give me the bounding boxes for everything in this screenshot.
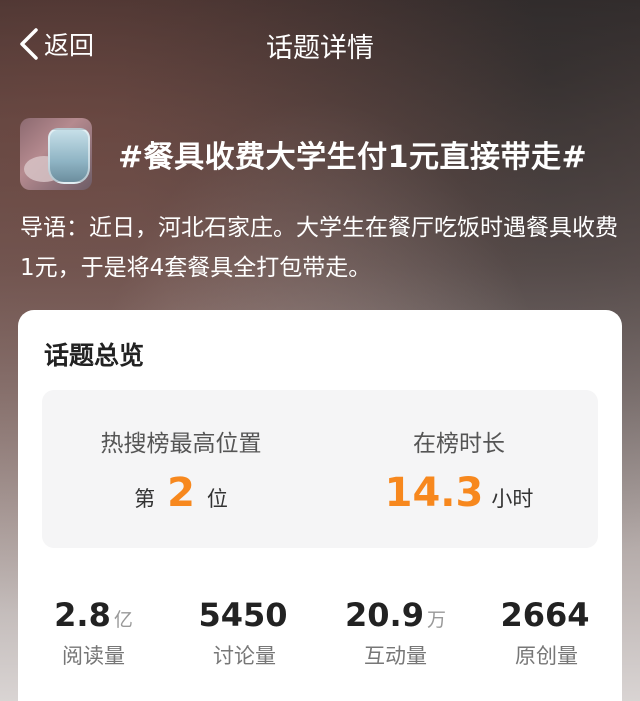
topic-intro: 导语：近日，河北石家庄。大学生在餐厅吃饭时遇餐具收费1元，于是将4套餐具全打包带… [20, 215, 618, 281]
duration-label: 在榜时长 [413, 431, 505, 457]
highest-rank-label: 热搜榜最高位置 [100, 431, 262, 457]
metric-unit: 亿 [113, 609, 133, 631]
metric-value: 2664 [500, 596, 590, 634]
highest-rank-stat: 热搜榜最高位置 第 2 位 [42, 390, 320, 548]
rank-suffix: 位 [206, 487, 228, 511]
duration-unit: 小时 [491, 487, 534, 511]
highest-rank-value-row: 第 2 位 [42, 470, 320, 516]
metric-label: 互动量 [364, 644, 427, 668]
metric-unit: 万 [426, 609, 446, 631]
topic-thumbnail[interactable] [20, 118, 92, 190]
metric-label: 阅读量 [62, 644, 125, 668]
metric-interactions: 20.9 万 互动量 [320, 596, 471, 670]
metric-reads: 2.8 亿 阅读量 [18, 596, 169, 670]
metrics-row: 2.8 亿 阅读量 5450 讨论量 20.9 万 互动量 2664 原创量 [18, 596, 622, 686]
duration-value-row: 14.3 小时 [320, 470, 598, 516]
rank-value: 2 [167, 470, 195, 516]
topic-header: #餐具收费大学生付1元直接带走# [20, 118, 587, 190]
metric-discussions: 5450 讨论量 [169, 596, 320, 670]
metric-value: 5450 [198, 596, 288, 634]
thumbnail-cup [48, 128, 90, 184]
page-title: 话题详情 [266, 33, 374, 64]
metric-label: 讨论量 [213, 644, 276, 668]
metric-originals: 2664 原创量 [471, 596, 622, 670]
metric-value: 2.8 [54, 596, 111, 634]
metric-label: 原创量 [515, 644, 578, 668]
nav-bar: 返回 话题详情 [0, 0, 640, 88]
overview-title: 话题总览 [44, 341, 145, 370]
duration-value: 14.3 [384, 470, 484, 516]
metric-value: 20.9 [345, 596, 424, 634]
topic-title: #餐具收费大学生付1元直接带走# [118, 140, 588, 175]
duration-stat: 在榜时长 14.3 小时 [320, 390, 598, 548]
overview-card: 话题总览 热搜榜最高位置 第 2 位 在榜时长 14.3 小时 2.8 亿 阅读… [18, 310, 622, 701]
stats-panel: 热搜榜最高位置 第 2 位 在榜时长 14.3 小时 [42, 390, 598, 548]
rank-prefix: 第 [134, 487, 156, 511]
